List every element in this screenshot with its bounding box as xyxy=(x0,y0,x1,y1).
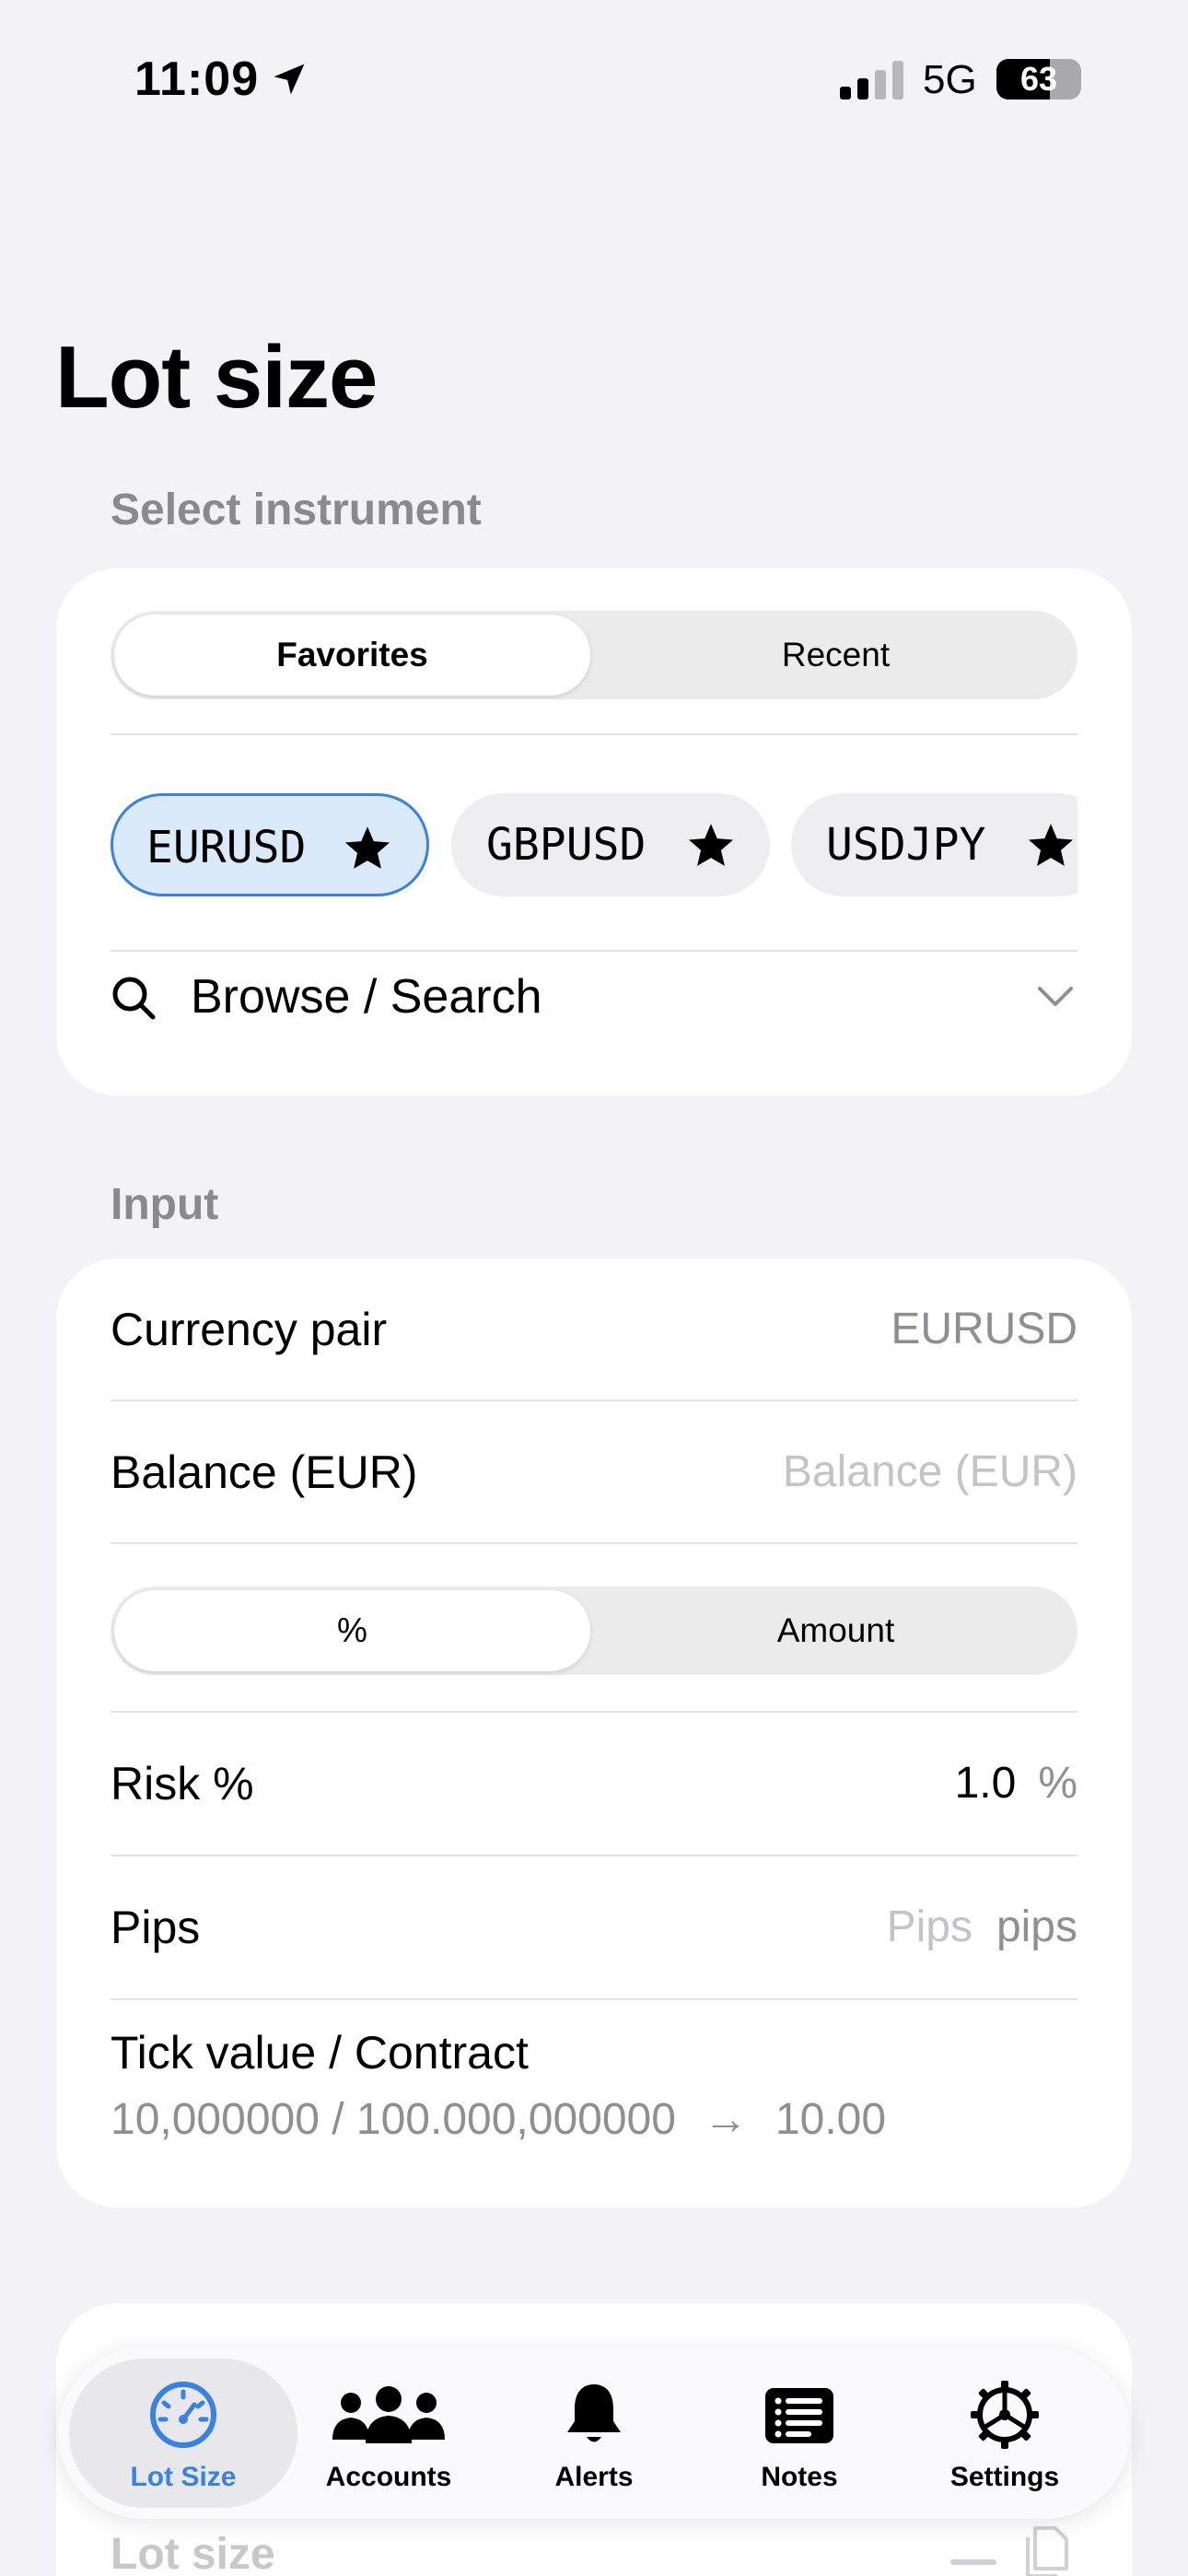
location-arrow-icon xyxy=(274,64,305,95)
lot-size-result-heading: Lot size xyxy=(111,2530,275,2576)
tab-lot-size[interactable]: Lot Size xyxy=(69,2359,297,2508)
chip-label: EURUSD xyxy=(146,822,307,873)
segment-recent[interactable]: Recent xyxy=(598,615,1074,696)
people-icon xyxy=(332,2386,445,2443)
chevron-down-icon xyxy=(1038,987,1073,1006)
balance-label: Balance (EUR) xyxy=(111,1446,418,1498)
tick-value-row: Tick value / Contract 10,000000 / 100.00… xyxy=(111,2000,1077,2166)
notes-icon xyxy=(765,2388,833,2443)
pips-input[interactable]: Pips xyxy=(887,1903,973,1951)
tick-result: 10.00 xyxy=(775,2095,887,2144)
lot-size-screen: 11:09 5G 63 Lot size Select instrument F… xyxy=(0,0,1188,2576)
cellular-signal-icon xyxy=(840,61,903,100)
currency-pair-row[interactable]: Currency pair EURUSD xyxy=(111,1259,1077,1400)
tick-value-label: Tick value / Contract xyxy=(111,2027,529,2078)
copy-icon[interactable] xyxy=(1022,2524,1072,2576)
network-type: 5G xyxy=(923,57,977,102)
chip-label: USDJPY xyxy=(826,819,986,871)
instrument-chip-gbpusd[interactable]: GBPUSD xyxy=(451,793,770,896)
tab-label: Accounts xyxy=(325,2462,452,2492)
balance-row[interactable]: Balance (EUR) Balance (EUR) xyxy=(111,1401,1077,1543)
status-time: 11:09 xyxy=(134,53,260,106)
tab-alerts[interactable]: Alerts xyxy=(480,2359,708,2508)
star-icon[interactable] xyxy=(1025,820,1077,872)
pips-row[interactable]: Pips Pips pips xyxy=(111,1856,1077,1998)
currency-pair-value: EURUSD xyxy=(891,1305,1077,1353)
balance-input[interactable]: Balance (EUR) xyxy=(783,1401,1077,1543)
tick-value-detail: 10,000000 / 100.000,000000 → 10.00 xyxy=(111,2094,886,2145)
risk-unit: % xyxy=(1038,1759,1077,1808)
risk-mode-segmented-control: % Amount xyxy=(111,1587,1077,1675)
gauge-icon xyxy=(150,2382,216,2448)
risk-value-group: 1.0% xyxy=(955,1713,1077,1855)
divider xyxy=(111,1542,1077,1544)
favorite-instruments-list: EURUSD GBPUSD USDJPY xyxy=(111,793,1077,898)
instrument-chip-usdjpy[interactable]: USDJPY xyxy=(791,793,1077,896)
star-icon[interactable] xyxy=(685,820,737,872)
tick-contract-values: 10,000000 / 100.000,000000 xyxy=(111,2095,676,2144)
tab-bar: Lot Size Accounts Alerts Notes Settings xyxy=(58,2348,1130,2519)
tab-label: Settings xyxy=(949,2462,1060,2492)
instrument-chip-eurusd[interactable]: EURUSD xyxy=(111,793,429,896)
pips-value-group: Pips pips xyxy=(887,1856,1077,1998)
currency-pair-label: Currency pair xyxy=(111,1304,388,1355)
select-instrument-heading: Select instrument xyxy=(111,486,482,534)
segment-favorites[interactable]: Favorites xyxy=(114,615,590,696)
input-heading: Input xyxy=(111,1180,219,1229)
minus-icon[interactable] xyxy=(950,2559,996,2565)
risk-row[interactable]: Risk % 1.0% xyxy=(111,1713,1077,1855)
tab-label: Notes xyxy=(761,2462,838,2492)
tab-accounts[interactable]: Accounts xyxy=(274,2359,503,2508)
pips-unit: pips xyxy=(996,1903,1077,1951)
page-title: Lot size xyxy=(55,328,378,427)
arrow-right-icon: → xyxy=(703,2095,748,2144)
gear-icon xyxy=(971,2381,1039,2449)
battery-label: 63 xyxy=(1019,60,1058,98)
risk-input[interactable]: 1.0 xyxy=(955,1759,1017,1808)
browse-search-row[interactable]: Browse / Search xyxy=(111,948,1077,1046)
tab-settings[interactable]: Settings xyxy=(891,2359,1119,2508)
segment-amount[interactable]: Amount xyxy=(598,1590,1074,1671)
tab-label: Lot Size xyxy=(130,2462,237,2492)
divider xyxy=(111,733,1077,735)
pips-label: Pips xyxy=(111,1902,201,1953)
status-bar: 11:09 5G 63 xyxy=(0,0,1188,157)
chip-label: GBPUSD xyxy=(486,819,646,871)
tab-label: Alerts xyxy=(554,2462,634,2492)
browse-search-label: Browse / Search xyxy=(191,970,542,1024)
search-icon xyxy=(112,977,156,1020)
risk-label: Risk % xyxy=(111,1758,254,1809)
segment-percent[interactable]: % xyxy=(114,1590,590,1671)
instrument-source-segmented-control: Favorites Recent xyxy=(111,611,1077,699)
star-icon[interactable] xyxy=(342,823,393,874)
bell-icon xyxy=(567,2384,621,2442)
tab-notes[interactable]: Notes xyxy=(685,2359,914,2508)
instrument-card: Favorites Recent EURUSD GBPUSD USDJPY Br… xyxy=(56,568,1132,1095)
input-card: Currency pair EURUSD Balance (EUR) Balan… xyxy=(56,1259,1132,2207)
battery-indicator: 63 xyxy=(996,59,1081,100)
